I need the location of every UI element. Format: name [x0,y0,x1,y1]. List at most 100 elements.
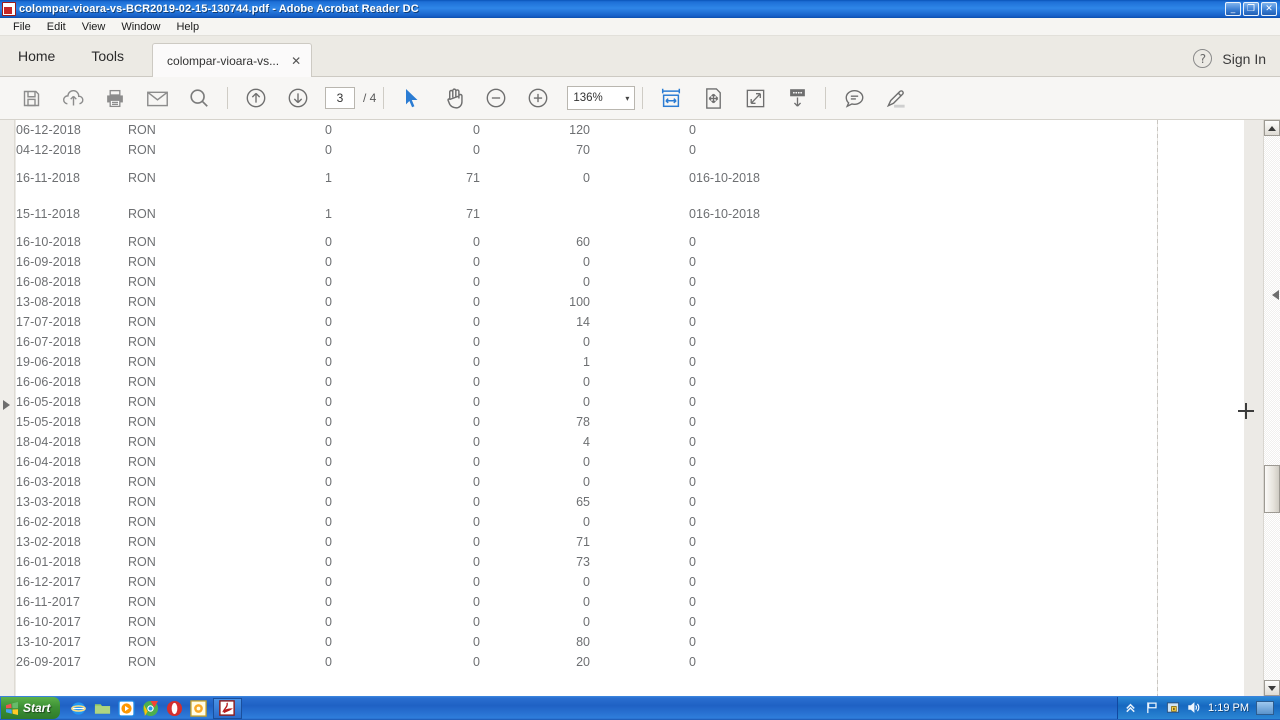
file-explorer-icon[interactable] [94,700,111,717]
cell-date: 16-05-2018 [16,395,81,409]
cell-date: 15-11-2018 [16,207,81,221]
system-tray: 1:19 PM [1117,697,1280,719]
opera-icon[interactable] [166,700,183,717]
cell-date: 16-07-2018 [16,335,81,349]
cell-date-2 [696,352,836,372]
close-icon[interactable]: ✕ [291,55,301,67]
document-tab-label: colompar-vioara-vs... [167,53,280,68]
cell-date: 06-12-2018 [16,123,81,137]
help-icon[interactable]: ? [1193,49,1213,68]
start-button[interactable]: Start [1,697,61,719]
cell-amount-4: 0 [689,555,696,569]
document-tab[interactable]: colompar-vioara-vs... ✕ [152,43,313,77]
windows-flag-icon [5,701,19,715]
document-viewport[interactable]: 06-12-2018 RON 0 0 120 0 04-12-2018 RON 0 0 70 0 16-… [0,120,1280,696]
menu-item-file[interactable]: File [6,20,38,34]
acrobat-reader-taskbar-button[interactable] [213,697,243,719]
fit-page-icon[interactable] [734,77,776,119]
hand-icon[interactable] [433,77,475,119]
cloud-upload-icon[interactable] [52,77,94,119]
navigation-pane-collapsed[interactable] [0,120,15,696]
table-row: 16-07-2018 RON 0 0 0 0 [16,332,836,352]
tab-tools[interactable]: Tools [73,35,142,76]
pdf-page: 06-12-2018 RON 0 0 120 0 04-12-2018 RON 0 0 70 0 16-… [16,120,1174,696]
print-icon[interactable] [94,77,136,119]
table-row: 26-09-2017 RON 0 0 20 0 [16,652,836,672]
maximize-button[interactable]: ❐ [1243,2,1259,16]
volume-icon[interactable] [1187,701,1201,715]
cell-amount-3: 20 [576,655,590,669]
cell-date: 04-12-2018 [16,143,81,157]
menu-item-view[interactable]: View [75,20,113,34]
internet-explorer-icon[interactable] [70,700,87,717]
highlight-pen-icon[interactable] [875,77,917,119]
cell-amount-4: 0 [689,475,696,489]
cell-date-2 [696,512,836,532]
tab-home[interactable]: Home [0,35,73,76]
office-icon[interactable] [190,699,208,717]
menu-item-edit[interactable]: Edit [40,20,73,34]
pan-page-icon[interactable] [692,77,734,119]
arrow-down-circle-icon[interactable] [277,77,319,119]
zoom-level-dropdown[interactable]: 136% ▾ [567,86,636,110]
table-row: 16-02-2018 RON 0 0 0 0 [16,512,836,532]
close-button[interactable]: ✕ [1261,2,1277,16]
show-hidden-icons-icon[interactable] [1124,701,1138,715]
table-row: 13-03-2018 RON 0 0 65 0 [16,492,836,512]
search-icon[interactable] [178,77,220,119]
save-icon[interactable] [10,77,52,119]
collapse-right-pane-icon[interactable] [1272,290,1279,300]
scrollbar-thumb[interactable] [1264,465,1280,513]
security-shield-icon[interactable] [1166,701,1180,715]
cell-date-2 [696,140,836,160]
cell-date: 16-10-2017 [16,615,81,629]
cursor-icon[interactable] [391,77,433,119]
cell-currency: RON [128,435,156,449]
arrow-up-circle-icon[interactable] [235,77,277,119]
cell-amount-4: 0 [689,455,696,469]
scroll-down-button[interactable] [1264,680,1280,696]
cell-amount-4: 0 [689,535,696,549]
cell-date: 13-08-2018 [16,295,81,309]
scroll-down-icon[interactable] [776,77,818,119]
page-number-input[interactable]: 3 [325,87,355,109]
scroll-up-button[interactable] [1264,120,1280,136]
cell-currency: RON [128,315,156,329]
cell-amount-4: 0 [689,595,696,609]
vertical-scrollbar[interactable] [1263,120,1280,696]
cell-amount-1: 1 [325,207,332,221]
menu-item-window[interactable]: Window [114,20,167,34]
network-flag-icon[interactable] [1145,701,1159,715]
page-outer-margin [1174,120,1244,696]
cell-date-2: 16-10-2018 [696,207,760,221]
minus-circle-icon[interactable] [475,77,517,119]
comment-icon[interactable] [833,77,875,119]
cell-amount-4: 0 [689,395,696,409]
cell-amount-3: 0 [583,255,590,269]
table-row: 13-10-2017 RON 0 0 80 0 [16,632,836,652]
chevron-down-icon[interactable]: ▾ [625,94,629,103]
chrome-icon[interactable] [142,700,159,717]
cell-date: 17-07-2018 [16,315,81,329]
fit-width-icon[interactable] [650,77,692,119]
cell-amount-1: 0 [325,655,332,669]
cell-date: 16-09-2018 [16,255,81,269]
show-desktop-icon[interactable] [1256,701,1274,715]
cell-amount-3: 78 [576,415,590,429]
cell-currency: RON [128,635,156,649]
sign-in-button[interactable]: Sign In [1222,51,1266,67]
cell-amount-3: 71 [576,535,590,549]
email-icon[interactable] [136,77,178,119]
media-player-icon[interactable] [118,699,136,717]
cell-amount-1: 0 [325,495,332,509]
plus-circle-icon[interactable] [517,77,559,119]
minimize-button[interactable]: _ [1225,2,1241,16]
menu-item-help[interactable]: Help [169,20,206,34]
cell-amount-2: 0 [473,575,480,589]
cell-currency: RON [128,375,156,389]
cell-amount-3: 100 [569,295,590,309]
cell-amount-3: 60 [576,235,590,249]
taskbar-clock[interactable]: 1:19 PM [1208,702,1249,714]
expand-navigation-pane-icon[interactable] [3,400,10,410]
cell-date: 16-12-2017 [16,575,81,589]
